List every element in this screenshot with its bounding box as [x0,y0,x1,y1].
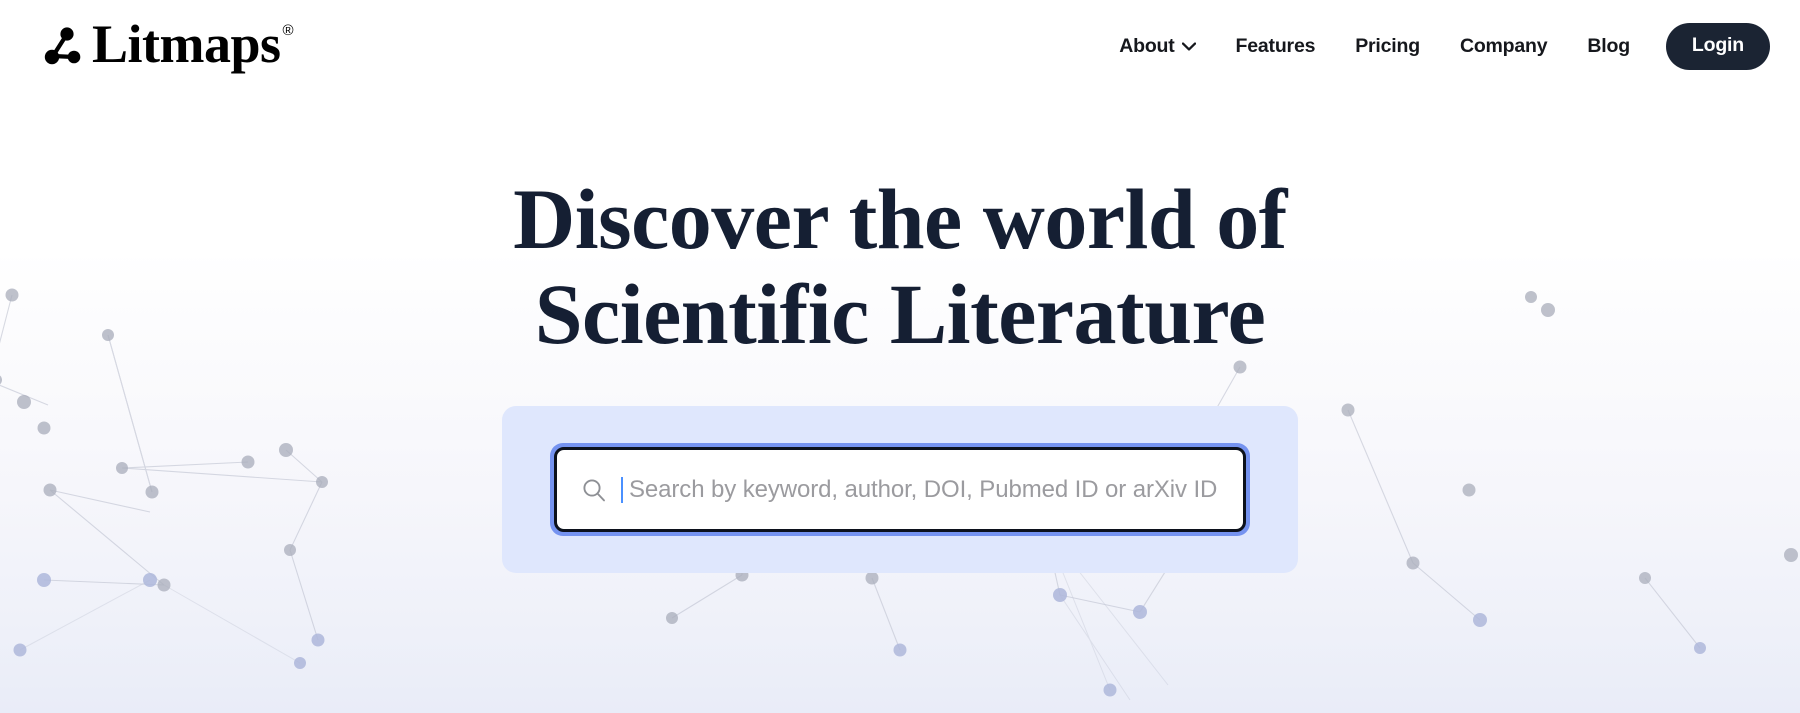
nav-item-pricing[interactable]: Pricing [1335,27,1440,66]
nav-item-features[interactable]: Features [1216,27,1336,66]
chevron-down-icon [1181,41,1196,51]
nav-item-blog-label: Blog [1587,34,1630,57]
page-title: Discover the world of Scientific Literat… [513,172,1287,362]
nav-item-blog[interactable]: Blog [1567,27,1650,66]
nav-item-about[interactable]: About [1099,27,1215,66]
search-input[interactable] [629,475,1219,504]
search-box[interactable] [554,447,1246,532]
nav-item-company-label: Company [1459,34,1548,57]
search-panel [502,406,1298,573]
node-graph-icon [44,27,81,65]
search-icon [583,478,605,501]
brand-logo[interactable]: Litmaps ® [38,15,294,77]
nav-item-about-label: About [1119,34,1175,57]
brand-name: Litmaps [92,14,281,74]
site-header: Litmaps ® About Features Pricing Company… [0,0,1800,92]
headline-line-1: Discover the world of [513,171,1287,267]
nav-item-features-label: Features [1235,34,1316,57]
main-navigation: About Features Pricing Company Blog Logi… [1099,22,1770,70]
text-cursor-caret [621,476,623,503]
page-root: Litmaps ® About Features Pricing Company… [0,0,1800,713]
hero-section: Discover the world of Scientific Literat… [0,0,1800,713]
search-focus-ring [550,443,1250,536]
registered-trademark-icon: ® [282,22,294,39]
login-button[interactable]: Login [1665,22,1770,70]
headline-line-2: Scientific Literature [534,266,1266,362]
nav-item-company[interactable]: Company [1440,27,1567,66]
nav-item-pricing-label: Pricing [1355,34,1420,57]
